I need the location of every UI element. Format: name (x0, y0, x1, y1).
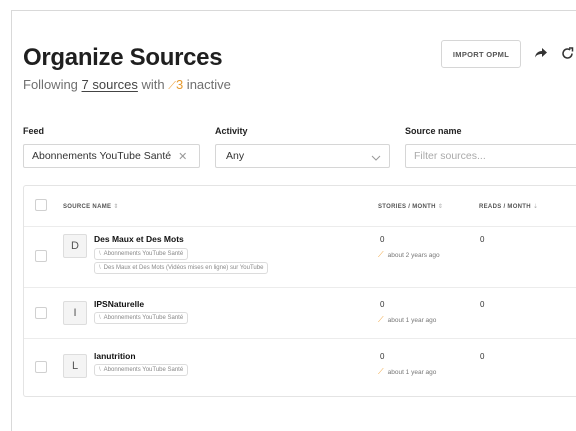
inactive-warning-icon: ⟋ (168, 80, 176, 92)
source-name[interactable]: IPSNaturelle (94, 299, 144, 309)
subtitle-prefix: Following (23, 77, 82, 92)
feed-tag[interactable]: \ Abonnements YouTube Santé (94, 248, 189, 260)
feed-tag-label: Des Maux et Des Mots (Vidéos mises en li… (103, 265, 264, 271)
inactive-warning-icon: ⟋ (378, 250, 384, 259)
avatar: I (63, 301, 87, 325)
subtitle-suffix: inactive (183, 77, 231, 92)
last-story: ⟋ about 2 years ago (378, 250, 440, 260)
inactive-warning-icon: ⟋ (378, 367, 384, 376)
last-story-label: about 2 years ago (387, 251, 440, 259)
reads-count: 0 (480, 352, 485, 361)
table-row[interactable]: D Des Maux et Des Mots \ Abonnements YouT… (24, 227, 576, 288)
select-all-checkbox[interactable] (35, 199, 47, 211)
column-source-name-label: SOURCE NAME (63, 204, 112, 210)
rss-icon: \ (99, 367, 101, 373)
activity-filter-select[interactable]: Any (215, 144, 390, 168)
column-reads-label: READS / MONTH (479, 204, 531, 210)
feed-tag-label: Abonnements YouTube Santé (103, 315, 184, 321)
avatar: L (63, 354, 87, 378)
column-source-name[interactable]: SOURCE NAME ⇕ (63, 203, 119, 210)
row-checkbox[interactable] (35, 361, 47, 373)
sources-link[interactable]: 7 sources (82, 77, 138, 92)
feed-tag[interactable]: \ Abonnements YouTube Santé (94, 312, 189, 324)
stories-count: 0 (380, 300, 385, 309)
sort-desc-icon: ⇣ (532, 204, 539, 210)
last-story: ⟋ about 1 year ago (378, 315, 436, 325)
page-subtitle: Following 7 sources with ⟋3 inactive (23, 77, 231, 93)
feed-filter-select[interactable]: Abonnements YouTube Santé ✕ (23, 144, 200, 168)
activity-filter-label: Activity (215, 126, 248, 136)
share-arrow-icon[interactable] (533, 44, 549, 62)
rss-icon: \ (99, 315, 101, 321)
feed-tag-label: Abonnements YouTube Santé (103, 251, 184, 257)
stories-count: 0 (380, 235, 385, 244)
feed-filter-value: Abonnements YouTube Santé (32, 150, 172, 162)
clear-feed-icon[interactable]: ✕ (178, 150, 187, 163)
feed-tag-label: Abonnements YouTube Santé (103, 367, 184, 373)
source-name-filter-placeholder: Filter sources... (414, 150, 486, 162)
chevron-down-icon (371, 152, 381, 164)
table-header: SOURCE NAME ⇕ STORIES / MONTH ⇕ READS / … (24, 186, 576, 227)
subtitle-middle: with (137, 77, 169, 92)
feed-tag[interactable]: \ Abonnements YouTube Santé (94, 364, 189, 376)
import-opml-button[interactable]: IMPORT OPML (441, 40, 521, 68)
stories-count: 0 (380, 352, 385, 361)
source-name-filter-label: Source name (405, 126, 462, 136)
column-stories-label: STORIES / MONTH (378, 204, 436, 210)
last-story: ⟋ about 1 year ago (378, 367, 436, 377)
table-row[interactable]: L lanutrition \ Abonnements YouTube Santé… (24, 338, 576, 394)
activity-filter-value: Any (226, 150, 245, 162)
reads-count: 0 (480, 300, 485, 309)
table-row[interactable]: I IPSNaturelle \ Abonnements YouTube Sant… (24, 287, 576, 339)
avatar: D (63, 234, 87, 258)
feed-tag[interactable]: \ Des Maux et Des Mots (Vidéos mises en l… (94, 262, 269, 274)
sources-table: SOURCE NAME ⇕ STORIES / MONTH ⇕ READS / … (23, 185, 576, 397)
rss-icon: \ (99, 251, 101, 257)
source-name[interactable]: Des Maux et Des Mots (94, 234, 184, 244)
refresh-icon[interactable] (559, 44, 575, 62)
row-checkbox[interactable] (35, 307, 47, 319)
column-reads-month[interactable]: READS / MONTH ⇣ (479, 203, 538, 210)
inactive-warning-icon: ⟋ (378, 315, 384, 324)
sort-icon: ⇕ (437, 204, 444, 210)
last-story-label: about 1 year ago (387, 316, 437, 324)
source-name-filter-input[interactable]: Filter sources... (405, 144, 576, 168)
reads-count: 0 (480, 235, 485, 244)
rss-icon: \ (99, 265, 101, 271)
feed-filter-label: Feed (23, 126, 45, 136)
page-title: Organize Sources (23, 44, 223, 71)
source-name[interactable]: lanutrition (94, 351, 136, 361)
column-stories-month[interactable]: STORIES / MONTH ⇕ (378, 203, 443, 210)
sort-icon: ⇕ (113, 204, 119, 210)
row-checkbox[interactable] (35, 250, 47, 262)
last-story-label: about 1 year ago (387, 368, 437, 376)
